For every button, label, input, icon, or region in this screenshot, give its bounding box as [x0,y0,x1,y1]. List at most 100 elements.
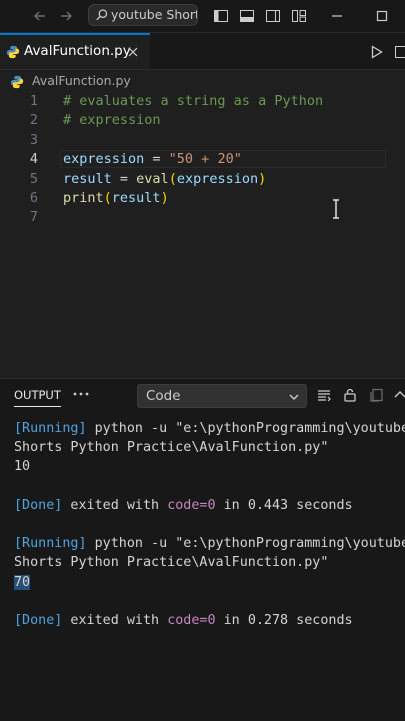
code-text: # evaluates a string as a Python [63,92,323,111]
code-token: "50 + 20" [169,151,242,167]
output-token: [Done] [14,613,62,628]
minimize-icon[interactable] [329,8,345,24]
code-line[interactable]: 2 # expression [0,111,405,130]
code-line[interactable]: 3 [0,131,405,150]
output-token: seconds [288,613,353,628]
code-token: eval [136,171,169,187]
tab-label: AvalFunction.py [24,43,131,59]
code-token: = [112,171,136,187]
code-text: result = eval(expression) [63,170,266,189]
code-token: print [63,190,104,206]
output-line: [Done] exited with code=0 in 0.443 secon… [14,496,405,515]
code-token: # evaluates a string as a Python [63,93,323,109]
code-line[interactable]: 4 expression = "50 + 20" [0,150,405,169]
title-bar: youtube Short... [0,0,405,33]
line-number: 1 [0,92,38,111]
output-line [14,592,405,611]
python-file-icon [6,45,20,59]
chevron-down-icon [288,391,300,403]
line-number: 2 [0,111,38,130]
output-token: 10 [14,459,30,474]
code-token: ( [104,190,112,206]
open-output-in-editor-icon[interactable] [369,387,385,403]
code-token: expression [63,151,144,167]
code-line[interactable]: 1 # evaluates a string as a Python [0,92,405,111]
output-line: [Running] python -u "e:\pythonProgrammin… [14,419,405,438]
lock-icon[interactable] [342,387,358,403]
output-token: Shorts Python Practice\AvalFunction.py" [14,440,328,455]
output-panel: OUTPUT Code [Running] python -u "e:\pyth… [0,378,405,721]
output-token: code=0 [167,613,215,628]
code-line[interactable]: 6 print(result) [0,189,405,208]
output-line: Shorts Python Practice\AvalFunction.py" [14,438,405,457]
output-token: in [216,498,248,513]
output-text[interactable]: [Running] python -u "e:\pythonProgrammin… [14,419,405,630]
code-token: ) [161,190,169,206]
output-token: Shorts Python Practice\AvalFunction.py" [14,555,328,570]
code-token: ( [169,171,177,187]
run-python-file-icon[interactable] [370,44,384,60]
output-channel-value: Code [146,388,181,404]
output-token: [Done] [14,498,62,513]
forward-arrow-icon[interactable] [58,8,74,24]
output-token: exited with [62,498,167,513]
code-text: print(result) [63,189,169,208]
code-token: expression [177,171,258,187]
code-line[interactable]: 5 result = eval(expression) [0,170,405,189]
line-number: 3 [0,131,38,150]
output-token: python -u "e:\pythonProgramming\youtube [87,536,405,551]
output-token: 0.443 [248,498,288,513]
more-actions-icon[interactable] [72,387,90,401]
line-number: 7 [0,208,38,227]
tab-output[interactable]: OUTPUT [14,388,61,407]
code-token: # expression [63,112,161,128]
output-channel-select[interactable]: Code [137,384,307,408]
code-token: = [144,151,168,167]
editor-tab-bar: AvalFunction.py [0,33,405,70]
editor-tab-avalfunction[interactable]: AvalFunction.py [0,33,150,69]
line-number: 5 [0,170,38,189]
maximize-icon[interactable] [374,8,390,24]
output-line: [Running] python -u "e:\pythonProgrammin… [14,534,405,553]
chevron-up-icon[interactable] [394,387,405,403]
output-token: seconds [288,498,353,513]
toggle-primary-sidebar-icon[interactable] [213,8,229,24]
output-token: python -u "e:\pythonProgramming\youtube [87,421,405,436]
breadcrumb-file: AvalFunction.py [32,73,131,88]
output-line: [Done] exited with code=0 in 0.278 secon… [14,611,405,630]
customize-layout-icon[interactable] [291,8,307,24]
close-icon[interactable] [126,45,140,59]
toggle-panel-icon[interactable] [239,8,255,24]
code-editor[interactable]: 1 # evaluates a string as a Python 2 # expr… [0,92,405,372]
command-center-search[interactable]: youtube Short... [88,4,198,26]
code-token: ) [258,171,266,187]
output-line: 10 [14,457,405,476]
split-editor-icon[interactable] [394,44,405,60]
filter-lines-icon[interactable] [316,387,332,403]
output-line [14,515,405,534]
output-token: 70 [14,575,30,590]
search-icon [95,8,109,22]
output-line: 70 [14,573,405,592]
python-file-icon [10,75,24,89]
panel-header: OUTPUT Code [0,379,405,411]
back-arrow-icon[interactable] [32,8,48,24]
output-line [14,477,405,496]
line-number: 6 [0,189,38,208]
output-token: exited with [62,613,167,628]
output-token: 0.278 [248,613,288,628]
output-token: in [216,613,248,628]
output-token: [Running] [14,536,87,551]
toggle-secondary-sidebar-icon[interactable] [265,8,281,24]
code-line[interactable]: 7 [0,208,405,227]
search-text: youtube Short... [111,5,198,25]
output-token: [Running] [14,421,87,436]
output-token: code=0 [167,498,215,513]
line-number: 4 [0,150,38,169]
text-cursor-icon [331,199,341,219]
code-token: result [63,171,112,187]
code-text: expression = "50 + 20" [63,150,242,169]
code-token: result [112,190,161,206]
output-line: Shorts Python Practice\AvalFunction.py" [14,553,405,572]
code-text: # expression [63,111,161,130]
